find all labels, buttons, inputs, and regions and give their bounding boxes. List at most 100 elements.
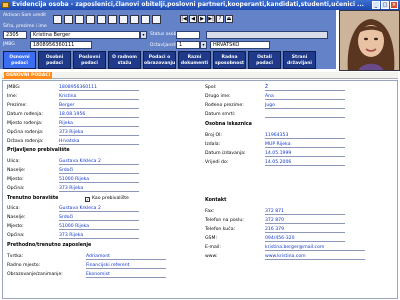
vrijedi-do-value[interactable]: 14.05.2006 [265,159,345,166]
obrazovanje-value[interactable]: Ekonomist [86,271,166,278]
radno-mjesto-value[interactable]: Financijski referent [86,262,166,269]
prijav-ulica-value[interactable]: Gustava Krkleca 2 [59,158,139,165]
gsm-value[interactable]: 094/456-320 [265,235,345,242]
refresh-icon[interactable] [119,15,128,24]
tab-poslovni-podaci[interactable]: Poslovni podaci [73,51,106,69]
document-icon[interactable] [130,15,139,24]
mjesto-rodjenja-value[interactable]: Rijeka [59,120,139,127]
person-photo [339,10,400,71]
tab-ostali-podaci[interactable]: Ostali podaci [248,51,281,69]
row-tren-mjesto: Mjesto: 51000 Rijeka [7,223,197,232]
prijav-naselje-value[interactable]: Srdoči [59,167,139,174]
tab-strani-drzavljani[interactable]: Strani državljani [283,51,316,69]
row-datum-izdavanja: Datum izdavanja: 14.05.1999 [205,150,395,159]
tren-naselje-value[interactable]: Srdoči [59,214,139,221]
tab-osobni-podaci[interactable]: Osobni podaci [38,51,71,69]
toolbar [53,15,161,24]
new-record-icon[interactable] [53,15,62,24]
rodjeno-prezime-value[interactable]: Jugo [265,102,345,109]
delete-icon[interactable] [75,15,84,24]
drzavljanstvo-code-field[interactable]: 1 [176,41,200,49]
row-jmbg: JMBG: 1808956360111 [7,84,197,93]
row-ime: Ime: Kristina [7,93,197,102]
next-record-icon[interactable]: ▶ [198,15,206,23]
code-field[interactable]: 2305 [3,31,27,39]
tab-dokumenti[interactable]: Razni dokumenti [178,51,211,69]
drzavljanstvo-dropdown[interactable]: ▾ [200,41,207,49]
row-www: www: www.kristina.com [205,253,395,262]
minimize-icon[interactable]: _ [372,1,380,9]
row-prijav-mjesto: Mjesto: 51000 Rijeka [7,176,197,185]
tren-opcina-value[interactable]: 373 Rijeka [59,232,139,239]
datum-rodjenja-value[interactable]: 18.08.1956 [59,111,139,118]
report-icon[interactable] [152,15,161,24]
prijav-mjesto-value[interactable]: 51000 Rijeka [59,176,139,183]
row-datum-rodjenja: Datum rođenja: 18.08.1956 [7,111,197,120]
row-telefon-posao: Telefon na poslu: 372 870 [205,217,395,226]
prezime-value[interactable]: Berger [59,102,139,109]
tab-obrazovanje[interactable]: Podaci o obrazovanju [143,51,176,69]
row-fax: Fax: 372 871 [205,208,395,217]
datum-smrti-value[interactable] [265,111,345,118]
maximize-icon[interactable]: □ [381,1,389,9]
ime-value[interactable]: Kristina [59,93,139,100]
section-title: OSNOVNI PODACI [4,72,53,79]
window-title: Evidencija osoba - zaposlenici,članovi o… [12,1,364,8]
row-obrazovanje: Obrazovanje/zanimanje: Ekonomist [7,271,197,280]
row-tvrtka: Tvrtka: Adriamont [7,253,197,262]
prijav-opcina-value[interactable]: 373 Rijeka [59,185,139,192]
tab-radni-staz[interactable]: O radnom stažu [108,51,141,69]
tvrtka-value[interactable]: Adriamont [86,253,166,260]
print-icon[interactable] [97,15,106,24]
zaposlenje-header: Prethodno/trenutno zaposlenje [7,243,92,248]
tren-mjesto-value[interactable]: 51000 Rijeka [59,223,139,230]
drugo-ime-value[interactable]: Ana [265,93,345,100]
row-telefon-kuca: Telefon kuća: 216 379 [205,226,395,235]
row-tren-opcina: Općina: 373 Rijeka [7,232,197,241]
row-prezime: Prezime: Berger [7,102,197,111]
broj-oi-value[interactable]: 11964353 [265,132,345,139]
fullname-dropdown[interactable]: ▾ [140,31,147,39]
tren-ulica-value[interactable]: Gustava Krkleca 2 [59,205,139,212]
fullname-field[interactable]: Kristina Berger [30,31,140,39]
last-record-icon[interactable]: ▶| [207,15,215,23]
fax-value[interactable]: 372 871 [265,208,345,215]
email-value[interactable]: kristina.berger@mail.com [265,244,365,251]
row-tren-naselje: Naselje: Srdoči [7,214,197,223]
izdala-value[interactable]: MUP Rijeka [265,141,345,148]
spol-value[interactable]: Ž [265,84,345,91]
name-label: Šifra, prezime i ime [3,24,47,29]
telefon-kuca-value[interactable]: 216 379 [265,226,345,233]
copy-icon[interactable] [108,15,117,24]
tab-osnovni-podaci[interactable]: Osnovni podaci [3,51,36,69]
tab-bar: Osnovni podaci Osobni podaci Poslovni po… [0,51,336,69]
row-prijav-opcina: Općina: 373 Rijeka [7,185,197,194]
help-icon[interactable]: ? [216,15,224,23]
prev-record-icon[interactable]: ◀ [189,15,197,23]
status-caption: Aktivan Sam uredit [3,13,47,18]
save-icon[interactable] [64,15,73,24]
telefon-posao-value[interactable]: 372 870 [265,217,345,224]
jmbg-value[interactable]: 1808956360111 [59,84,139,91]
row-spol: Spol: Ž [205,84,395,93]
first-record-icon[interactable]: |◀ [180,15,188,23]
filter-icon[interactable] [141,15,150,24]
www-value[interactable]: www.kristina.com [265,253,365,260]
drzavljanstvo-name-field: HRVATSKO [210,41,270,49]
datum-izdavanja-value[interactable]: 14.05.1999 [265,150,345,157]
status-code-field[interactable] [176,31,200,39]
search-icon[interactable] [86,15,95,24]
row-izdala: Izdala: MUP Rijeka [205,141,395,150]
jmbg-field[interactable]: 1808956360111 [30,41,92,49]
exit-icon[interactable]: ⏏ [225,15,233,23]
close-icon[interactable]: × [390,1,398,9]
kao-prebivaliste-checkbox[interactable]: ✓ [85,197,90,202]
kao-prebivaliste-label: Kao prebivalište [92,196,129,201]
opcina-rodjenja-value[interactable]: 373 Rijeka [59,129,139,136]
iskaznica-header: Osobna iskaznica [205,122,252,127]
row-gsm: GSM: 094/456-320 [205,235,395,244]
tab-radna-sposobnost[interactable]: Radna sposobnost [213,51,246,69]
drzava-rodjenja-value[interactable]: Hrvatska [59,138,139,145]
row-broj-oi: Broj OI: 11964353 [205,132,395,141]
row-radno-mjesto: Radno mjesto: Financijski referent [7,262,197,271]
